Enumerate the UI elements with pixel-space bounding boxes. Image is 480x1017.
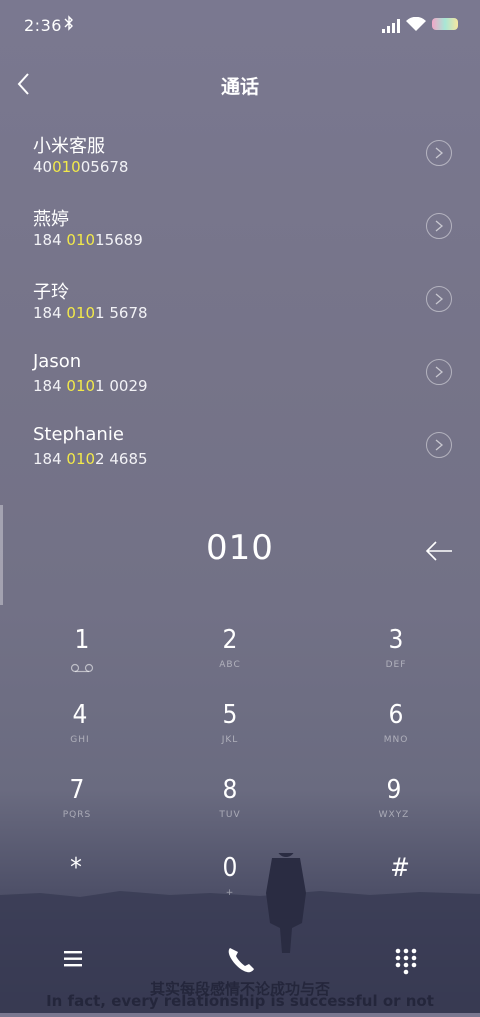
wallpaper-caption-en: In fact, every relationship is successfu… xyxy=(46,992,434,1010)
contact-name: 小米客服 xyxy=(33,136,105,157)
match-highlight: 010 xyxy=(52,158,81,176)
phone-icon[interactable] xyxy=(220,940,260,980)
status-time: 2:36 xyxy=(24,16,62,35)
contact-item[interactable]: 子玲 184 0101 5678 xyxy=(0,264,480,337)
chevron-right-icon[interactable] xyxy=(426,213,452,239)
dialpad-icon[interactable] xyxy=(386,940,426,980)
match-highlight: 010 xyxy=(66,231,96,249)
key-0[interactable]: 0 + xyxy=(180,850,280,920)
key-7[interactable]: 7 PQRS xyxy=(27,772,127,842)
chevron-right-icon[interactable] xyxy=(426,140,452,166)
match-highlight: 010 xyxy=(66,450,96,468)
menu-icon[interactable] xyxy=(54,940,94,980)
key-4[interactable]: 4 GHI xyxy=(30,697,130,767)
contact-number: 4001005678 xyxy=(33,158,129,176)
key-2[interactable]: 2 ABC xyxy=(180,622,280,692)
navigation-bar: 通话 xyxy=(0,60,480,110)
voicemail-icon xyxy=(70,658,94,673)
contact-number: 184 01015689 xyxy=(33,231,143,249)
key-star[interactable]: * xyxy=(26,850,126,920)
contact-item[interactable]: 小米客服 4001005678 xyxy=(0,118,480,191)
key-hash[interactable]: # xyxy=(350,850,450,920)
contact-number: 184 0102 4685 xyxy=(33,450,148,468)
contact-item[interactable]: Stephanie 184 0102 4685 xyxy=(0,410,480,483)
page-title: 通话 xyxy=(220,76,259,98)
backspace-arrow-icon[interactable] xyxy=(424,540,454,562)
contact-item[interactable]: Jason 184 0101 0029 xyxy=(0,337,480,410)
contact-name: 燕婷 xyxy=(33,209,69,230)
match-highlight: 010 xyxy=(66,377,96,395)
chevron-right-icon[interactable] xyxy=(426,359,452,385)
wifi-icon xyxy=(406,16,426,32)
key-8[interactable]: 8 TUV xyxy=(180,772,280,842)
contact-number: 184 0101 5678 xyxy=(33,304,148,322)
dial-entry: 010 xyxy=(0,526,480,576)
contact-name: 子玲 xyxy=(33,282,69,303)
match-highlight: 010 xyxy=(66,304,96,322)
dialed-number: 010 xyxy=(206,528,274,568)
chevron-right-icon[interactable] xyxy=(426,286,452,312)
battery-icon xyxy=(432,18,458,30)
key-5[interactable]: 5 JKL xyxy=(180,697,280,767)
key-1[interactable]: 1 xyxy=(32,622,132,692)
contact-name: Jason xyxy=(33,351,82,372)
chevron-right-icon[interactable] xyxy=(426,432,452,458)
key-3[interactable]: 3 DEF xyxy=(346,622,446,692)
contact-suggestion-list: 小米客服 4001005678 燕婷 184 01015689 子玲 184 0… xyxy=(0,118,480,483)
key-6[interactable]: 6 MNO xyxy=(346,697,446,767)
status-bar: 2:36 xyxy=(0,0,480,52)
contact-name: Stephanie xyxy=(33,424,124,445)
contact-number: 184 0101 0029 xyxy=(33,377,148,395)
contact-item[interactable]: 燕婷 184 01015689 xyxy=(0,191,480,264)
bottom-action-bar xyxy=(0,940,480,990)
bluetooth-icon xyxy=(64,15,74,35)
key-9[interactable]: 9 WXYZ xyxy=(344,772,444,842)
signal-icon xyxy=(382,18,402,33)
